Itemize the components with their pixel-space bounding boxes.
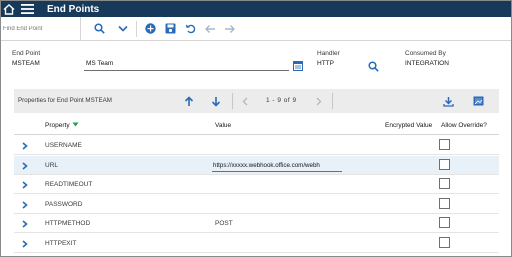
property-cell: HTTPEXIT <box>45 239 77 247</box>
property-cell: PASSWORD <box>45 200 83 208</box>
arrow-right-icon <box>225 24 235 33</box>
end-points-window: End Points End Point MSTEAM MS Team <box>0 0 512 257</box>
pager-divider <box>232 93 233 109</box>
download-icon <box>442 96 454 107</box>
new-record-button[interactable] <box>140 20 160 38</box>
expand-row-icon[interactable] <box>20 180 30 190</box>
sort-descending-icon <box>72 122 79 127</box>
find-end-point <box>1 16 81 41</box>
column-property-label: Property <box>45 122 70 129</box>
chevron-left-icon <box>242 97 248 105</box>
pager-text: 1 - 9 of 9 <box>266 97 297 104</box>
page-title: End Points <box>47 3 100 15</box>
home-icon[interactable] <box>1 1 17 17</box>
endpoint-value[interactable]: MSTEAM <box>12 60 40 67</box>
table-row[interactable]: HTTPMETHOD POST <box>14 214 499 233</box>
column-allow-override[interactable]: Allow Override? <box>441 122 487 129</box>
title-bar: End Points <box>1 1 511 17</box>
allow-override-checkbox[interactable] <box>439 217 450 228</box>
expand-row-icon[interactable] <box>20 161 30 171</box>
undo-button[interactable] <box>180 20 200 38</box>
endpoint-label: End Point <box>12 50 41 57</box>
previous-page-button[interactable] <box>236 92 254 110</box>
search-icon <box>368 61 379 72</box>
table-header: Property Value Encrypted Value Allow Ove… <box>14 113 499 135</box>
allow-override-checkbox[interactable] <box>439 236 450 248</box>
allow-override-checkbox[interactable] <box>439 197 450 209</box>
consumed-by-value: INTEGRATION <box>405 60 449 67</box>
move-down-button[interactable] <box>207 92 225 110</box>
table-view-icon <box>473 96 483 106</box>
property-cell: READTIMEOUT <box>45 181 93 188</box>
search-button[interactable] <box>89 20 109 38</box>
property-cell: USERNAME <box>45 142 82 149</box>
table-row[interactable]: HTTPEXIT <box>14 234 499 253</box>
description-underline <box>84 70 289 71</box>
expand-row-icon[interactable] <box>20 239 30 249</box>
add-icon <box>144 23 156 34</box>
table-row[interactable]: USERNAME <box>14 136 499 155</box>
column-value[interactable]: Value <box>215 122 231 129</box>
property-cell: URL <box>45 161 59 169</box>
arrow-up-icon <box>184 95 194 106</box>
chevron-down-icon <box>118 25 128 32</box>
hamburger-menu-icon[interactable] <box>17 1 37 17</box>
handler-label: Handler <box>317 50 340 57</box>
chevron-right-icon <box>316 97 322 105</box>
arrow-down-icon <box>211 96 221 107</box>
save-button[interactable] <box>160 20 180 38</box>
table-toolbar: Properties for End Point MSTEAM 1 - 9 of… <box>14 89 499 113</box>
column-encrypted-value[interactable]: Encrypted Value <box>385 122 432 129</box>
table-row[interactable]: URL https://xxxxx.webhook.office.com/webh <box>14 155 499 175</box>
allow-override-checkbox[interactable] <box>439 139 450 150</box>
table-row[interactable]: PASSWORD <box>14 195 499 214</box>
table-settings-button[interactable] <box>469 92 487 110</box>
handler-lookup-button[interactable] <box>368 61 379 74</box>
expand-row-icon[interactable] <box>20 219 30 229</box>
expand-row-icon[interactable] <box>20 141 30 151</box>
properties-table: Properties for End Point MSTEAM 1 - 9 of… <box>14 89 499 255</box>
column-property[interactable]: Property <box>45 122 79 129</box>
move-up-button[interactable] <box>180 92 198 110</box>
previous-record-button[interactable] <box>200 20 220 38</box>
value-cell: POST <box>215 220 233 227</box>
allow-override-checkbox[interactable] <box>439 178 450 189</box>
long-description-icon[interactable] <box>293 61 303 73</box>
save-icon <box>165 23 175 34</box>
toolbar-divider <box>136 20 137 37</box>
endpoint-description-field[interactable]: MS Team <box>86 60 113 67</box>
next-page-button[interactable] <box>310 92 328 110</box>
pager-divider <box>332 93 333 109</box>
consumed-by-label: Consumed By <box>405 50 446 57</box>
search-icon <box>93 23 105 34</box>
arrow-left-icon <box>205 24 215 33</box>
property-cell: HTTPMETHOD <box>45 220 91 227</box>
value-input[interactable]: https://xxxxx.webhook.office.com/webh <box>212 159 342 172</box>
table-title: Properties for End Point MSTEAM <box>18 97 112 104</box>
allow-override-checkbox[interactable] <box>439 158 450 170</box>
toolbar <box>1 16 511 41</box>
search-options-button[interactable] <box>113 20 133 38</box>
download-button[interactable] <box>439 92 457 110</box>
table-row[interactable]: READTIMEOUT <box>14 175 499 194</box>
expand-row-icon[interactable] <box>20 200 30 210</box>
next-record-button[interactable] <box>220 20 240 38</box>
undo-icon <box>185 24 195 34</box>
find-end-point-input[interactable] <box>3 25 79 32</box>
handler-value[interactable]: HTTP <box>317 60 334 67</box>
